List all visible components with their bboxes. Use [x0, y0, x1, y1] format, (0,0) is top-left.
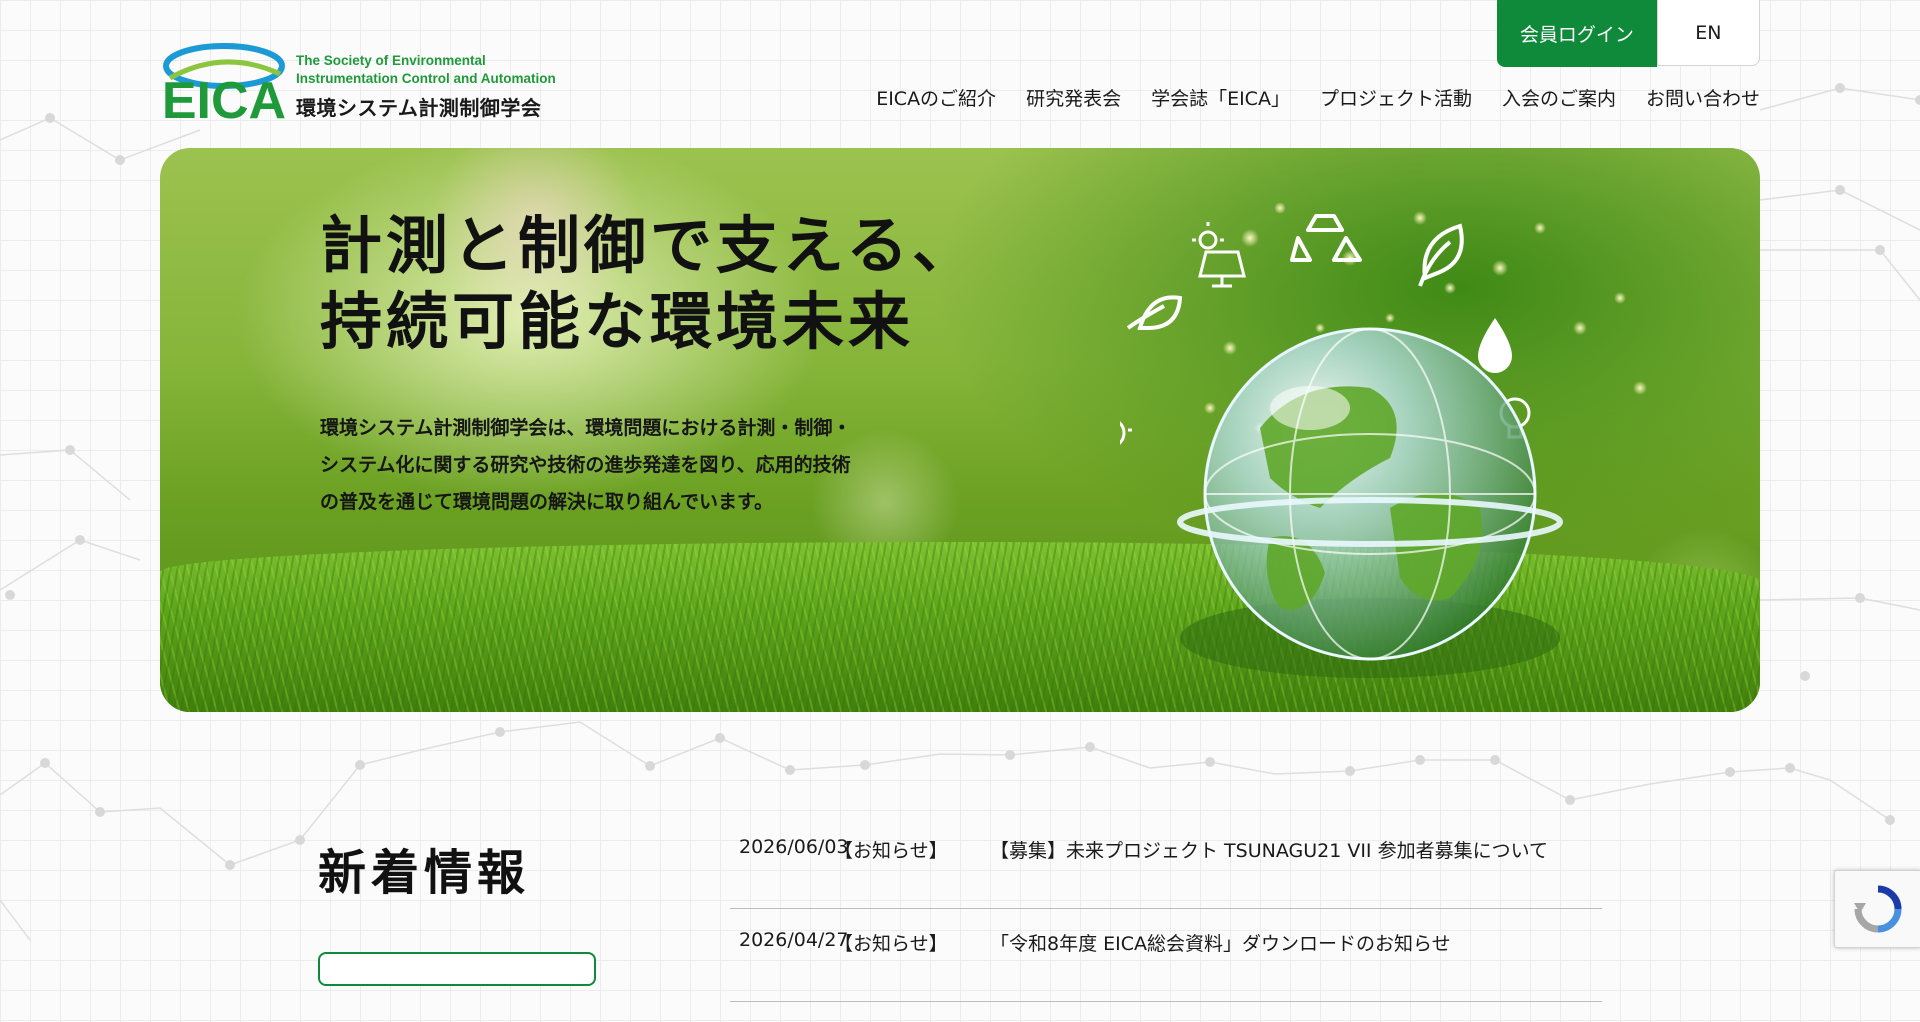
news-more-button[interactable] — [318, 952, 596, 986]
leaf-icon — [1126, 295, 1183, 330]
eica-logo-mark: EICA — [162, 43, 286, 122]
global-navigation: EICAのご紹介 研究発表会 学会誌「EICA」 プロジェクト活動 入会のご案内… — [876, 84, 1760, 111]
news-item[interactable]: 2026/04/27 【お知らせ】 「令和8年度 EICA総会資料」ダウンロード… — [730, 929, 1602, 1002]
hero-desc-line3: の普及を通じて環境問題の解決に取り組んでいます。 — [320, 491, 774, 513]
hero-title-line2: 持続可能な環境未来 — [320, 285, 915, 358]
nav-item-journal[interactable]: 学会誌「EICA」 — [1151, 84, 1290, 111]
nav-item-contact[interactable]: お問い合わせ — [1646, 84, 1760, 111]
water-drop-icon — [1478, 318, 1512, 373]
hero-banner: 計測と制御で支える、 持続可能な環境未来 環境システム計測制御学会は、環境問題に… — [160, 148, 1760, 712]
nav-item-conference[interactable]: 研究発表会 — [1026, 84, 1121, 111]
news-heading: 新着情報 — [318, 845, 531, 901]
news-category: 【お知らせ】 — [834, 933, 948, 955]
logo-japanese-name: 環境システム計測制御学会 — [296, 96, 542, 120]
globe-illustration — [1120, 202, 1647, 678]
hero-desc-line1: 環境システム計測制御学会は、環境問題における計測・制御・ — [320, 417, 852, 439]
nav-item-about[interactable]: EICAのご紹介 — [876, 84, 996, 111]
hero-description: 環境システム計測制御学会は、環境問題における計測・制御・ システム化に関する研究… — [320, 410, 940, 521]
recaptcha-icon — [1854, 885, 1902, 933]
nav-item-projects[interactable]: プロジェクト活動 — [1320, 84, 1472, 111]
logo-mark-text: EICA — [162, 72, 286, 122]
leaf-icon — [1418, 223, 1464, 287]
logo-english-name: The Society of Environmental Instrumenta… — [296, 52, 586, 88]
hero-title-line1: 計測と制御で支える、 — [320, 209, 979, 282]
news-category: 【お知らせ】 — [834, 840, 948, 862]
recaptcha-badge[interactable] — [1834, 870, 1920, 948]
lightbulb-icon — [1120, 421, 1132, 445]
hero-desc-line2: システム化に関する研究や技術の進歩発達を図り、応用的技術 — [320, 454, 851, 476]
news-title[interactable]: 【募集】未来プロジェクト TSUNAGU21 VII 参加者募集について — [990, 836, 1602, 863]
member-login-button[interactable]: 会員ログイン — [1497, 0, 1657, 67]
news-title[interactable]: 「令和8年度 EICA総会資料」ダウンロードのお知らせ — [990, 929, 1602, 956]
news-list: 2026/06/03 【お知らせ】 【募集】未来プロジェクト TSUNAGU21… — [730, 836, 1602, 1022]
english-language-button[interactable]: EN — [1656, 0, 1760, 66]
news-date: 2026/06/03 — [739, 836, 849, 858]
logo-en-line1: The Society of Environmental — [296, 53, 486, 68]
logo-en-line2: Instrumentation Control and Automation — [296, 71, 556, 86]
news-date: 2026/04/27 — [739, 929, 849, 951]
hero-title: 計測と制御で支える、 持続可能な環境未来 — [320, 208, 978, 360]
site-logo[interactable]: EICA The Society of Environmental Instru… — [160, 36, 580, 122]
solar-panel-icon — [1192, 222, 1246, 288]
news-item[interactable]: 2026/06/03 【お知らせ】 【募集】未来プロジェクト TSUNAGU21… — [730, 836, 1602, 909]
top-utility-buttons: 会員ログイン EN — [1497, 0, 1760, 67]
nav-item-membership[interactable]: 入会のご案内 — [1502, 84, 1616, 111]
